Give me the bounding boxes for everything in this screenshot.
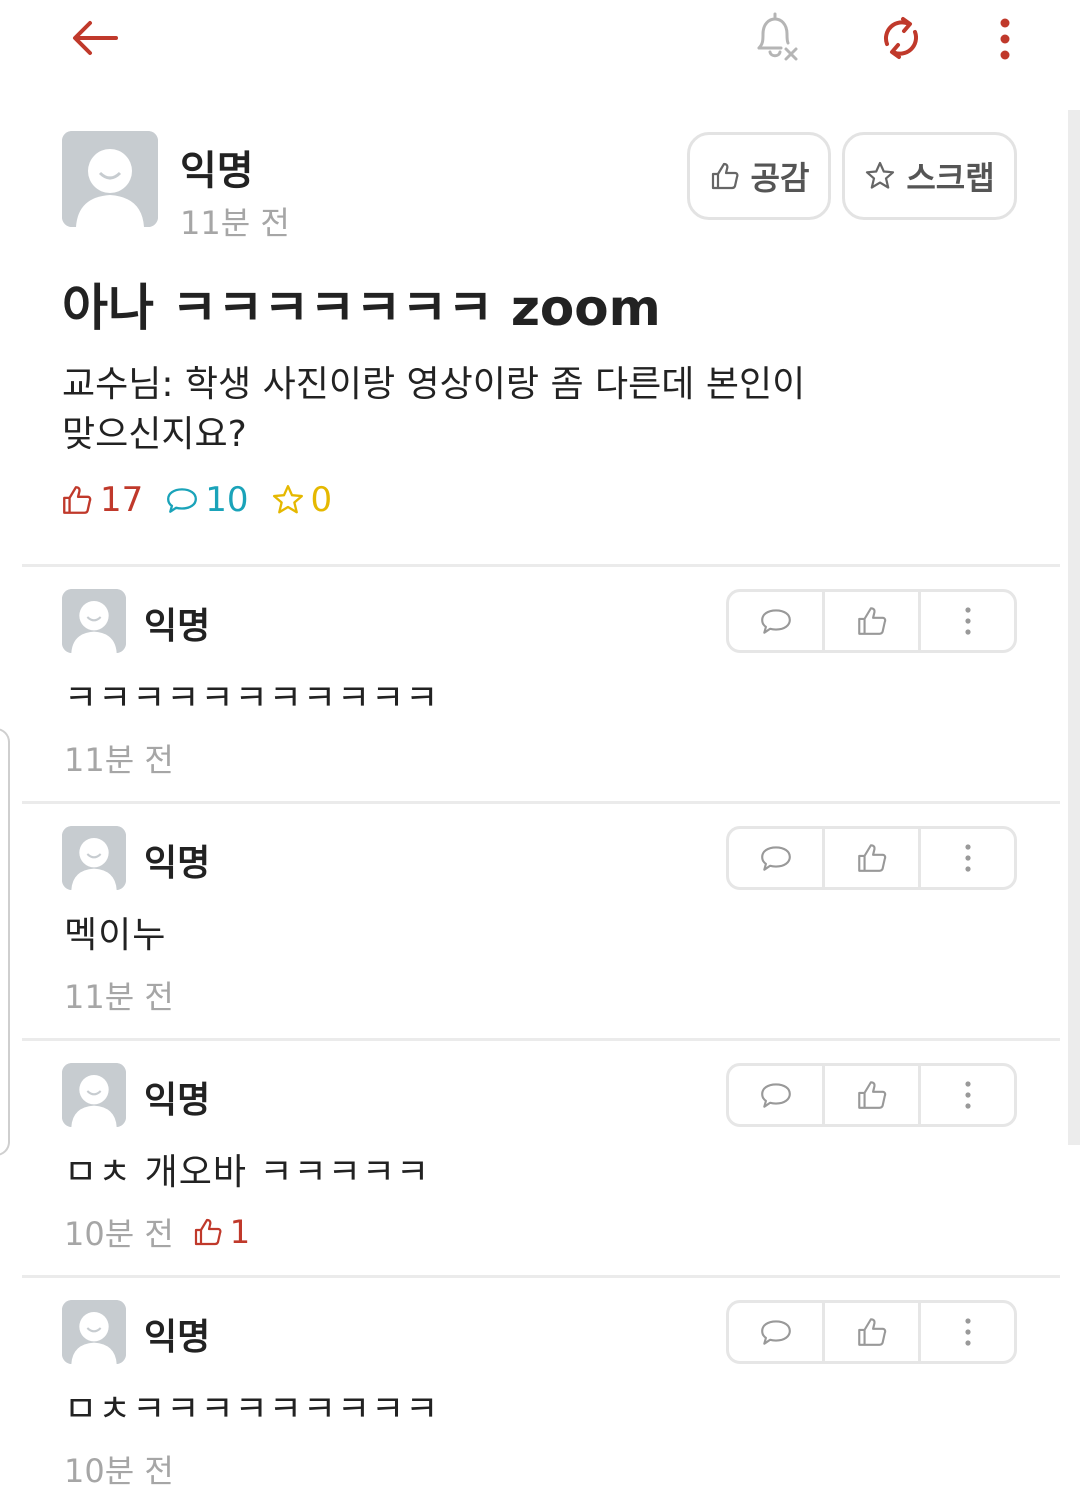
speech-bubble-icon [760,1083,791,1108]
more-vertical-icon [964,1318,971,1346]
reply-button[interactable] [729,1303,822,1361]
thumbs-up-icon [857,1081,886,1109]
default-avatar-icon [62,1063,126,1127]
default-avatar-icon [62,1300,126,1364]
post-stats: 17 10 0 [60,478,354,522]
post-body-line: 교수님: 학생 사진이랑 영상이랑 좀 다른데 본인이 [62,364,806,405]
comment-more-button[interactable] [918,1066,1014,1124]
comment-like-button[interactable] [822,829,918,887]
comment-more-button[interactable] [918,1303,1014,1361]
more-vertical-icon [964,607,971,635]
comment-like-count: 1 [192,1213,250,1251]
comment-meta: 10분 전 1 [64,1209,250,1255]
comment-author: 익명 [144,1317,211,1358]
more-vertical-icon [964,1081,971,1109]
refresh-button[interactable] [866,8,936,68]
back-arrow-icon [73,21,118,55]
comment-meta: 10분 전 [64,1446,174,1492]
back-button[interactable] [60,10,130,66]
more-vertical-icon [964,844,971,872]
comment-time: 11분 전 [64,978,174,1016]
comment-author: 익명 [144,843,211,884]
comment-time: 10분 전 [64,1452,174,1490]
star-icon [272,485,303,514]
like-button-label: 공감 [750,159,810,197]
thumbs-up-icon [857,1318,886,1346]
speech-bubble-icon [167,488,198,513]
thumbs-up-icon [711,162,739,190]
top-app-bar [0,0,1080,80]
post-author: 익명 [180,148,254,194]
comment-more-button[interactable] [918,829,1014,887]
comment-actions [726,1063,1017,1127]
comment-like-button[interactable] [822,592,918,650]
comment-count: 10 [165,480,249,520]
comment-like-button[interactable] [822,1303,918,1361]
post-body: 교수님: 학생 사진이랑 영상이랑 좀 다른데 본인이 맞으신지요? [62,360,942,460]
reply-button[interactable] [729,592,822,650]
divider [22,564,1060,567]
comment-meta: 11분 전 [64,735,174,781]
reply-button[interactable] [729,829,822,887]
comment-like-button[interactable] [822,1066,918,1124]
divider [22,1275,1060,1278]
comment-item: 익명 멕이누 11분 전 [0,826,1080,1062]
comment-avatar [62,826,126,890]
like-count: 17 [60,480,143,520]
more-vertical-icon [1000,18,1010,60]
scrap-count-value: 0 [310,480,333,520]
post-time: 11분 전 [180,204,290,242]
refresh-icon [883,17,919,59]
like-button[interactable]: 공감 [687,132,831,220]
comment-more-button[interactable] [918,592,1014,650]
comment-actions [726,826,1017,890]
speech-bubble-icon [760,1320,791,1345]
comment-item: 익명 ㅁㅊㅋㅋㅋㅋㅋㅋㅋㅋㅋ 10분 전 [0,1300,1080,1500]
comment-item: 익명 ㅋㅋㅋㅋㅋㅋㅋㅋㅋㅋㅋ 11분 전 [0,589,1080,825]
reply-button[interactable] [729,1066,822,1124]
bell-off-icon [757,12,798,61]
comment-count-value: 10 [205,480,249,520]
comment-text: ㅁㅊㅋㅋㅋㅋㅋㅋㅋㅋㅋ [64,1389,440,1430]
thumbs-up-icon [857,607,886,635]
comment-actions [726,1300,1017,1364]
speech-bubble-icon [760,609,791,634]
star-icon [866,161,895,189]
default-avatar-icon [62,589,126,653]
divider [22,801,1060,804]
more-options-button[interactable] [980,8,1030,68]
like-count-value: 17 [100,480,144,520]
comment-avatar [62,1300,126,1364]
thumbs-up-icon [194,1218,222,1246]
thumbs-up-icon [857,844,886,872]
scrap-button-label: 스크랩 [906,159,995,197]
notification-off-button[interactable] [740,8,810,68]
comment-avatar [62,589,126,653]
scrap-button[interactable]: 스크랩 [842,132,1017,220]
comment-author: 익명 [144,1080,211,1121]
post-title: 아나 ㅋㅋㅋㅋㅋㅋㅋ zoom [62,279,661,337]
comment-avatar [62,1063,126,1127]
thumbs-up-icon [63,486,92,514]
default-avatar-icon [62,826,126,890]
comment-text: 멕이누 [64,915,167,956]
comment-text: ㅋㅋㅋㅋㅋㅋㅋㅋㅋㅋㅋ [64,678,440,719]
comment-author: 익명 [144,606,211,647]
comment-item: 익명 ㅁㅊ 개오바 ㅋㅋㅋㅋㅋ 10분 전 1 [0,1063,1080,1299]
comment-time: 11분 전 [64,741,174,779]
post-avatar [62,131,158,227]
comment-text: ㅁㅊ 개오바 ㅋㅋㅋㅋㅋ [64,1152,431,1193]
scrap-count: 0 [271,480,333,520]
comment-meta: 11분 전 [64,972,174,1018]
post-body-line: 맞으신지요? [62,414,247,455]
comment-like-count-value: 1 [229,1213,251,1251]
default-avatar-icon [62,131,158,227]
comment-actions [726,589,1017,653]
speech-bubble-icon [760,846,791,871]
divider [22,1038,1060,1041]
comment-time: 10분 전 [64,1215,174,1253]
